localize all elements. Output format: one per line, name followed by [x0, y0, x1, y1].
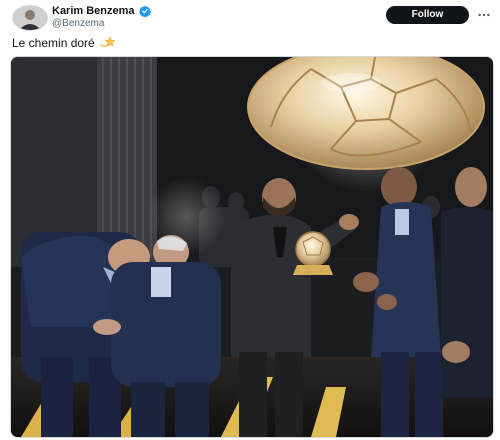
- tweet-text-content: Le chemin doré: [12, 36, 95, 50]
- ballon-dor-photo: [11, 57, 493, 437]
- author-display-name[interactable]: Karim Benzema: [52, 5, 135, 17]
- tweet-text: Le chemin doré: [12, 35, 115, 51]
- more-options-button[interactable]: [476, 7, 492, 23]
- author-handle[interactable]: @Benzema: [52, 18, 104, 29]
- author-avatar[interactable]: [12, 5, 48, 31]
- tweet-header: Karim Benzema @Benzema Follow: [0, 0, 500, 31]
- more-horizontal-icon: [478, 13, 490, 17]
- dizzy-star-emoji: [100, 36, 115, 47]
- ballon-dor-trophy: [293, 231, 333, 275]
- avatar-image: [13, 6, 47, 30]
- follow-button[interactable]: Follow: [386, 6, 469, 24]
- verified-badge-icon: [138, 5, 151, 17]
- tweet-photo[interactable]: [10, 56, 494, 438]
- author-name-row: Karim Benzema: [52, 5, 151, 17]
